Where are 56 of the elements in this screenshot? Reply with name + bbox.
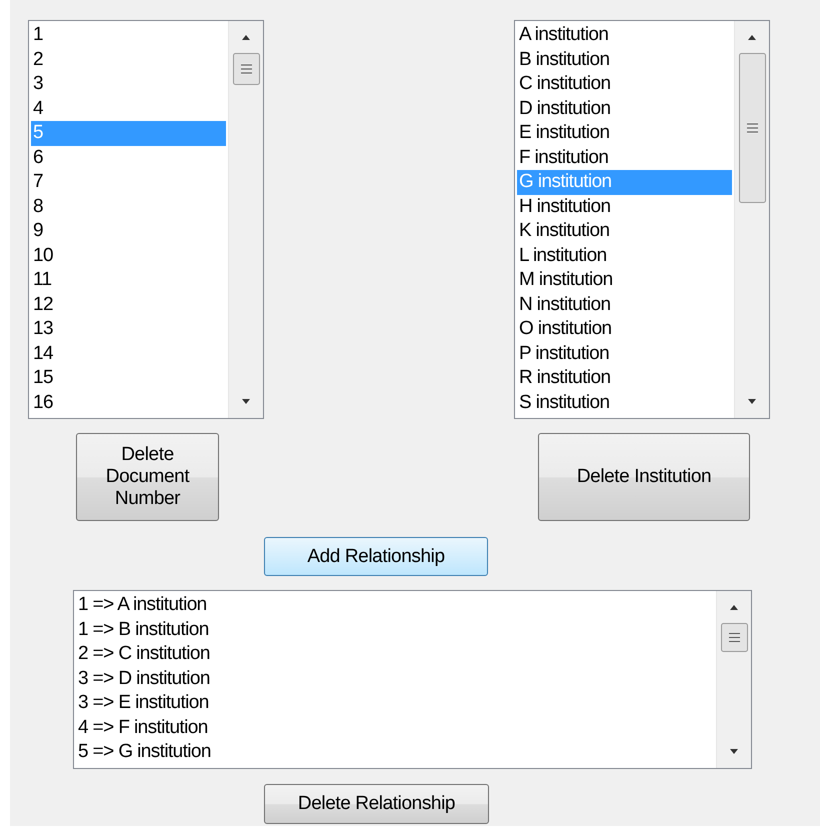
list-item[interactable]: 5 => G institution xyxy=(76,740,714,764)
scroll-thumb[interactable] xyxy=(738,53,766,203)
list-item[interactable]: 7 xyxy=(31,170,226,194)
list-item[interactable]: 13 xyxy=(31,317,226,342)
scroll-down-icon[interactable] xyxy=(728,748,740,756)
list-item[interactable]: 1 => A institution xyxy=(76,593,714,618)
list-item[interactable]: P institution xyxy=(517,342,732,366)
list-item[interactable]: 11 xyxy=(31,268,226,292)
institution-list[interactable] xyxy=(514,20,770,419)
add-relationship-button[interactable]: Add Relationship xyxy=(264,537,488,576)
document-number-list[interactable]: 1 2 3 4 5 6 7 8 9 10 11 12 13 14 15 16 xyxy=(28,20,264,419)
list-item[interactable]: 3 => D institution xyxy=(76,666,714,691)
list-item[interactable]: H institution xyxy=(517,194,732,219)
list-item[interactable]: D institution xyxy=(517,96,732,121)
list-item[interactable]: 9 xyxy=(31,219,226,244)
list-item[interactable]: F institution xyxy=(517,146,732,170)
delete-relationship-button[interactable]: Delete Relationship xyxy=(264,784,489,824)
list-item[interactable]: 1 => B institution xyxy=(76,618,714,642)
list-item[interactable]: M institution xyxy=(517,268,732,292)
scrollbar[interactable] xyxy=(716,591,751,768)
list-item[interactable]: 2 => C institution xyxy=(76,642,714,666)
list-item[interactable]: S institution xyxy=(517,390,732,415)
list-item[interactable]: 3 => E institution xyxy=(76,691,714,716)
list-item[interactable]: R institution xyxy=(517,366,732,390)
list-item[interactable]: 1 xyxy=(31,23,226,48)
scroll-up-icon[interactable] xyxy=(728,603,740,611)
list-item[interactable]: 12 xyxy=(31,292,226,317)
list-item[interactable]: 16 xyxy=(31,390,226,415)
relationship-list[interactable]: 1 => A institution 1 => B institution 2 => C institution 3 => D institution 3 => E institution 4 => F institution 5 => G institution xyxy=(73,590,752,769)
delete-document-number-button[interactable]: Delete Document Number xyxy=(76,433,219,521)
list-item[interactable]: O institution xyxy=(517,317,732,342)
list-item[interactable]: 4 xyxy=(31,96,226,121)
scroll-down-icon[interactable] xyxy=(746,398,758,406)
list-item[interactable]: C institution xyxy=(517,72,732,96)
scroll-up-icon[interactable] xyxy=(240,33,252,41)
list-item[interactable]: 8 xyxy=(31,194,226,219)
list-item[interactable]: 10 xyxy=(31,244,226,268)
delete-institution-button[interactable]: Delete Institution xyxy=(538,433,750,521)
scrollbar[interactable] xyxy=(734,21,769,418)
scroll-thumb[interactable] xyxy=(232,53,260,85)
scrollbar[interactable] xyxy=(228,21,263,418)
list-item[interactable]: 4 => F institution xyxy=(76,716,714,740)
list-item[interactable]: 14 xyxy=(31,342,226,366)
list-item[interactable]: B institution xyxy=(517,48,732,72)
scroll-up-icon[interactable] xyxy=(746,33,758,41)
list-item[interactable]: N institution xyxy=(517,292,732,317)
list-item[interactable]: 6 xyxy=(31,146,226,170)
list-item[interactable]: A institution xyxy=(517,23,732,48)
list-item[interactable]: E institution xyxy=(517,121,732,146)
list-item[interactable]: L institution xyxy=(517,244,732,268)
scroll-down-icon[interactable] xyxy=(240,398,252,406)
scroll-thumb[interactable] xyxy=(720,623,748,652)
list-item[interactable]: K institution xyxy=(517,219,732,244)
list-item[interactable]: 2 xyxy=(31,48,226,72)
list-item[interactable]: 3 xyxy=(31,72,226,96)
list-item[interactable]: 15 xyxy=(31,366,226,390)
